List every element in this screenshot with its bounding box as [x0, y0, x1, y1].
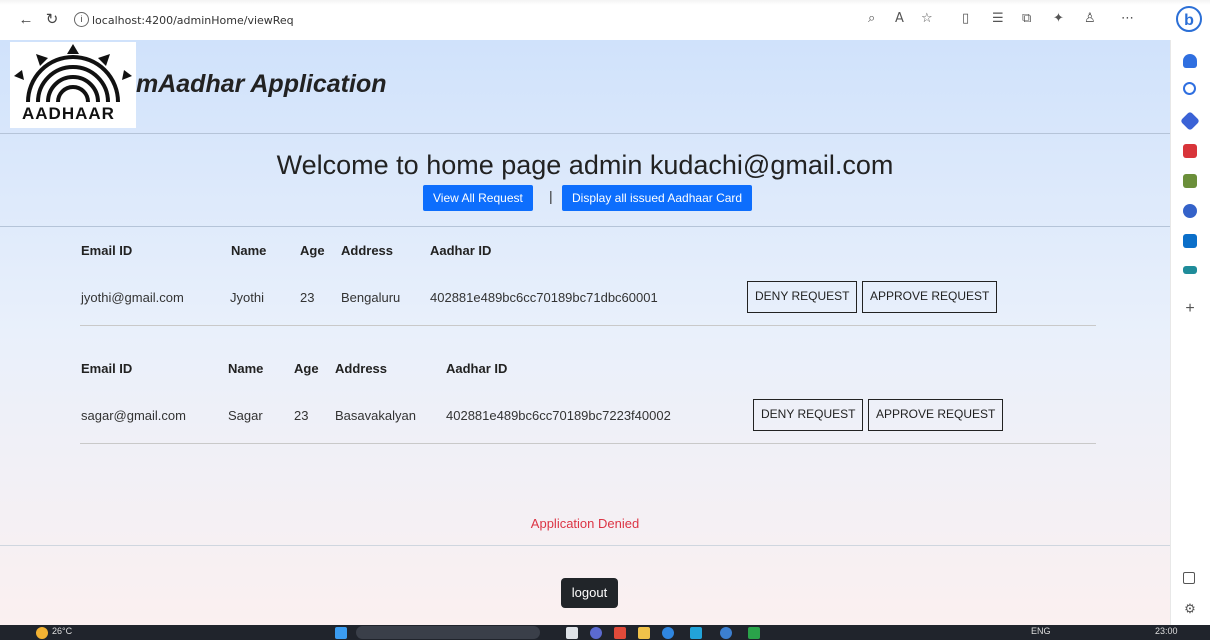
browser-toolbar: ← ↻ i localhost:4200/adminHome/viewReq ⌕… — [0, 0, 1210, 41]
favorite-star-icon[interactable]: ☆ — [921, 11, 933, 26]
address-bar[interactable]: localhost:4200/adminHome/viewReq — [92, 14, 294, 27]
back-icon[interactable]: ← — [18, 12, 34, 28]
shopping-icon[interactable] — [1183, 266, 1197, 274]
search-icon[interactable] — [1183, 82, 1196, 95]
read-aloud-icon[interactable]: A — [895, 11, 904, 26]
display-issued-aadhaar-button[interactable]: Display all issued Aadhaar Card — [562, 185, 753, 211]
office-icon[interactable] — [1183, 204, 1197, 218]
weather-temp: 26°C — [52, 626, 73, 636]
cell-email: jyothi@gmail.com — [81, 290, 184, 305]
approve-request-button[interactable]: APPROVE REQUEST — [862, 281, 998, 313]
edge-icon[interactable] — [662, 627, 674, 639]
col-header-name: Name — [231, 243, 267, 258]
welcome-section: Welcome to home page admin kudachi@gmail… — [0, 134, 1170, 227]
app-icon[interactable] — [748, 627, 760, 639]
fingerprint-sun-icon — [14, 44, 132, 103]
deny-request-button[interactable]: DENY REQUEST — [747, 281, 858, 313]
refresh-icon[interactable]: ↻ — [44, 12, 60, 28]
cell-name: Jyothi — [230, 290, 264, 305]
page-content: AADHAAR mAadhar Application Welcome to h… — [0, 40, 1170, 625]
vscode-icon[interactable] — [690, 627, 702, 639]
col-header-email: Email ID — [81, 243, 133, 258]
app-header: AADHAAR mAadhar Application — [0, 40, 1170, 134]
col-header-age: Age — [300, 243, 325, 258]
search-page-icon[interactable]: ⌕ — [868, 11, 875, 26]
aadhaar-logo: AADHAAR — [10, 42, 136, 128]
collections-icon[interactable]: ⧉ — [1022, 11, 1031, 26]
col-header-age: Age — [294, 361, 319, 376]
more-menu-icon[interactable]: ⋯ — [1121, 11, 1134, 26]
settings-gear-icon[interactable]: ⚙ — [1183, 602, 1197, 616]
approve-request-button[interactable]: APPROVE REQUEST — [868, 399, 1004, 431]
briefcase-icon[interactable] — [1183, 144, 1197, 158]
logo-wordmark: AADHAAR — [22, 104, 115, 123]
cell-aadhar-id: 402881e489bc6cc70189bc71dbc60001 — [430, 290, 658, 305]
col-header-aadhar-id: Aadhar ID — [446, 361, 508, 376]
row-divider — [80, 443, 1096, 444]
file-explorer-icon[interactable] — [638, 627, 650, 639]
browser-sidebar: + ⚙ — [1170, 40, 1210, 625]
col-header-address: Address — [341, 243, 394, 258]
cell-address: Bengaluru — [341, 290, 401, 305]
favorites-icon[interactable]: ☰ — [992, 11, 1004, 26]
sidebar-toggle-icon[interactable] — [1183, 572, 1195, 584]
logout-button[interactable]: logout — [561, 578, 618, 608]
task-view-icon[interactable] — [566, 627, 578, 639]
cell-name: Sagar — [228, 408, 263, 423]
col-header-aadhar-id: Aadhar ID — [430, 243, 492, 258]
tab-strip-edge — [0, 0, 1210, 5]
language-indicator[interactable]: ENG — [1031, 626, 1051, 636]
tag-icon[interactable] — [1180, 111, 1200, 131]
cell-aadhar-id: 402881e489bc6cc70189bc7223f40002 — [446, 408, 671, 423]
extensions-icon[interactable]: ✦ — [1053, 11, 1064, 26]
weather-icon[interactable] — [36, 627, 48, 639]
profile-icon[interactable]: ♙ — [1084, 11, 1096, 26]
deny-request-button[interactable]: DENY REQUEST — [753, 399, 864, 431]
cell-age: 23 — [300, 290, 315, 305]
cell-age: 23 — [294, 408, 309, 423]
welcome-heading: Welcome to home page admin kudachi@gmail… — [276, 150, 894, 180]
footer-divider — [0, 545, 1170, 546]
status-message: Application Denied — [530, 516, 640, 531]
col-header-address: Address — [335, 361, 388, 376]
app-icon[interactable] — [614, 627, 626, 639]
split-screen-icon[interactable]: ▯ — [962, 11, 969, 26]
chat-icon[interactable] — [590, 627, 602, 639]
col-header-email: Email ID — [81, 361, 133, 376]
app-title: mAadhar Application — [136, 70, 387, 98]
cell-email: sagar@gmail.com — [81, 408, 186, 423]
add-icon[interactable]: + — [1183, 301, 1197, 317]
button-separator: | — [549, 188, 553, 204]
site-info-icon[interactable]: i — [74, 12, 89, 27]
bing-chat-icon[interactable]: b — [1176, 6, 1202, 32]
games-icon[interactable] — [1183, 174, 1197, 188]
col-header-name: Name — [228, 361, 264, 376]
outlook-icon[interactable] — [1183, 234, 1197, 248]
row-divider — [80, 325, 1096, 326]
view-all-request-button[interactable]: View All Request — [423, 185, 533, 211]
chrome-icon[interactable] — [720, 627, 732, 639]
os-taskbar: 26°C ENG 23:00 — [0, 625, 1210, 640]
bell-icon[interactable] — [1183, 54, 1197, 68]
start-icon[interactable] — [335, 627, 347, 639]
clock[interactable]: 23:00 — [1155, 626, 1178, 636]
cell-address: Basavakalyan — [335, 408, 416, 423]
taskbar-search[interactable] — [356, 626, 540, 639]
